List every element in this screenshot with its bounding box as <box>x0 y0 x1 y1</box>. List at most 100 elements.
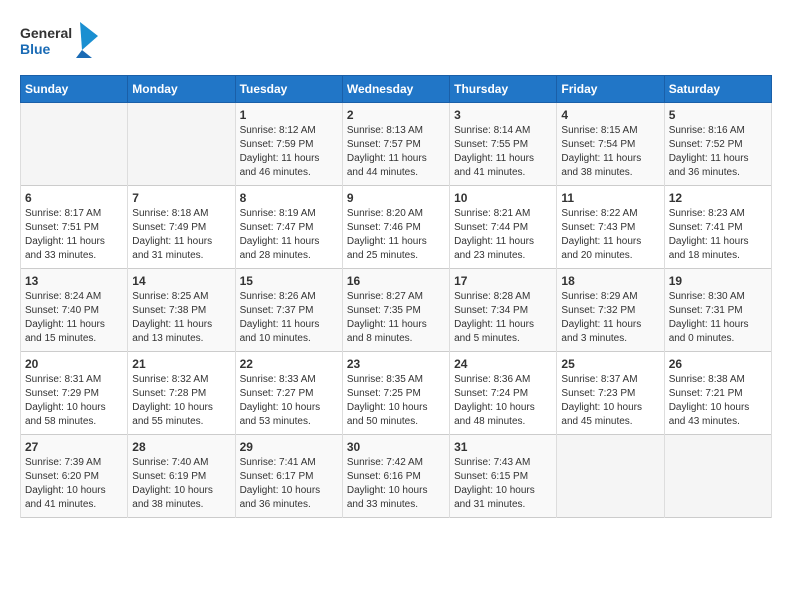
day-info-line: Daylight: 11 hours and 25 minutes. <box>347 236 427 261</box>
day-info: Sunrise: 8:38 AMSunset: 7:21 PMDaylight:… <box>669 373 767 429</box>
day-info-line: Sunset: 7:35 PM <box>347 305 421 316</box>
calendar-cell <box>21 103 128 186</box>
calendar-cell <box>664 435 771 518</box>
day-info-line: Sunrise: 8:22 AM <box>561 208 637 219</box>
day-info-line: Sunset: 7:40 PM <box>25 305 99 316</box>
day-info-line: Daylight: 11 hours and 15 minutes. <box>25 319 105 344</box>
day-info-line: Daylight: 10 hours and 36 minutes. <box>240 485 321 510</box>
day-info: Sunrise: 8:13 AMSunset: 7:57 PMDaylight:… <box>347 124 445 180</box>
day-info-line: Daylight: 11 hours and 0 minutes. <box>669 319 749 344</box>
day-number: 29 <box>240 440 338 454</box>
day-number: 22 <box>240 357 338 371</box>
day-info-line: Sunrise: 8:21 AM <box>454 208 530 219</box>
day-info: Sunrise: 7:41 AMSunset: 6:17 PMDaylight:… <box>240 456 338 512</box>
calendar-cell: 9Sunrise: 8:20 AMSunset: 7:46 PMDaylight… <box>342 186 449 269</box>
day-info: Sunrise: 8:20 AMSunset: 7:46 PMDaylight:… <box>347 207 445 263</box>
day-info: Sunrise: 8:21 AM Sunset: 7:44 PM Daylight:… <box>454 207 552 263</box>
day-number: 27 <box>25 440 123 454</box>
day-number: 24 <box>454 357 552 371</box>
calendar-cell: 19Sunrise: 8:30 AMSunset: 7:31 PMDayligh… <box>664 269 771 352</box>
day-info-line: Sunrise: 7:43 AM <box>454 457 530 468</box>
svg-text:Blue: Blue <box>20 41 51 57</box>
day-info: Sunrise: 8:30 AMSunset: 7:31 PMDaylight:… <box>669 290 767 346</box>
day-number: 6 <box>25 191 123 205</box>
day-number: 4 <box>561 108 659 122</box>
calendar-week-row: 13Sunrise: 8:24 AMSunset: 7:40 PMDayligh… <box>21 269 772 352</box>
day-info-line: Sunrise: 8:30 AM <box>669 291 745 302</box>
calendar-cell: 27Sunrise: 7:39 AMSunset: 6:20 PMDayligh… <box>21 435 128 518</box>
day-number: 1 <box>240 108 338 122</box>
day-number: 8 <box>240 191 338 205</box>
day-info-line: Sunrise: 8:35 AM <box>347 374 423 385</box>
day-info-line: Daylight: 10 hours and 38 minutes. <box>132 485 213 510</box>
day-number: 23 <box>347 357 445 371</box>
calendar-cell: 14Sunrise: 8:25 AMSunset: 7:38 PMDayligh… <box>128 269 235 352</box>
day-info: Sunrise: 8:27 AMSunset: 7:35 PMDaylight:… <box>347 290 445 346</box>
day-info-line: Sunset: 7:38 PM <box>132 305 206 316</box>
day-info-line: Daylight: 11 hours and 18 minutes. <box>669 236 749 261</box>
day-info-line: Sunset: 7:37 PM <box>240 305 314 316</box>
day-info: Sunrise: 8:25 AMSunset: 7:38 PMDaylight:… <box>132 290 230 346</box>
day-info-line: Sunset: 7:59 PM <box>240 139 314 150</box>
day-number: 20 <box>25 357 123 371</box>
day-info-line: Sunset: 7:32 PM <box>561 305 635 316</box>
calendar-cell: 18Sunrise: 8:29 AMSunset: 7:32 PMDayligh… <box>557 269 664 352</box>
calendar-cell: 24 Sunrise: 8:36 AMSunset: 7:24 PMDayligh… <box>450 352 557 435</box>
day-info-line: Sunset: 7:44 PM <box>454 222 528 233</box>
calendar-cell: 20 Sunrise: 8:31 AMSunset: 7:29 PMDayligh… <box>21 352 128 435</box>
calendar-cell: 15Sunrise: 8:26 AMSunset: 7:37 PMDayligh… <box>235 269 342 352</box>
calendar-table: SundayMondayTuesdayWednesdayThursdayFrid… <box>20 75 772 518</box>
calendar-cell: 8Sunrise: 8:19 AMSunset: 7:47 PMDaylight… <box>235 186 342 269</box>
logo: General Blue <box>20 20 100 65</box>
day-info-line: Sunset: 7:52 PM <box>669 139 743 150</box>
day-number: 30 <box>347 440 445 454</box>
calendar-cell: 17Sunrise: 8:28 AMSunset: 7:34 PMDayligh… <box>450 269 557 352</box>
day-info: Sunrise: 8:14 AMSunset: 7:55 PMDaylight:… <box>454 124 552 180</box>
day-info: Sunrise: 8:36 AMSunset: 7:24 PMDaylight:… <box>454 373 552 429</box>
calendar-week-row: 20 Sunrise: 8:31 AMSunset: 7:29 PMDayligh… <box>21 352 772 435</box>
day-info-line: Sunset: 6:16 PM <box>347 471 421 482</box>
day-number: 12 <box>669 191 767 205</box>
day-info-line: Sunset: 7:25 PM <box>347 388 421 399</box>
calendar-cell: 13Sunrise: 8:24 AMSunset: 7:40 PMDayligh… <box>21 269 128 352</box>
calendar-week-row: 1Sunrise: 8:12 AMSunset: 7:59 PMDaylight… <box>21 103 772 186</box>
day-info-line: Daylight: 11 hours and 3 minutes. <box>561 319 641 344</box>
weekday-header-cell: Sunday <box>21 76 128 103</box>
day-info-line: Daylight: 11 hours and 23 minutes. <box>454 236 534 261</box>
calendar-cell <box>128 103 235 186</box>
page-header: General Blue <box>20 20 772 65</box>
day-info: Sunrise: 8:26 AMSunset: 7:37 PMDaylight:… <box>240 290 338 346</box>
day-info-line: Sunset: 7:49 PM <box>132 222 206 233</box>
day-info: Sunrise: 8:31 AMSunset: 7:29 PMDaylight:… <box>25 373 123 429</box>
day-info-line: Sunset: 6:17 PM <box>240 471 314 482</box>
day-info-line: Sunset: 7:51 PM <box>25 222 99 233</box>
day-info-line: Daylight: 11 hours and 5 minutes. <box>454 319 534 344</box>
day-info-line: Sunrise: 8:28 AM <box>454 291 530 302</box>
day-info-line: Daylight: 10 hours and 43 minutes. <box>669 402 750 427</box>
day-number: 11 <box>561 191 659 205</box>
day-info-line: Sunrise: 8:37 AM <box>561 374 637 385</box>
day-info-line: Sunrise: 8:19 AM <box>240 208 316 219</box>
calendar-cell: 31Sunrise: 7:43 AMSunset: 6:15 PMDayligh… <box>450 435 557 518</box>
day-info-line: Daylight: 11 hours and 41 minutes. <box>454 153 534 178</box>
day-number: 25 <box>561 357 659 371</box>
calendar-cell: 12Sunrise: 8:23 AMSunset: 7:41 PMDayligh… <box>664 186 771 269</box>
calendar-cell: 22Sunrise: 8:33 AMSunset: 7:27 PMDayligh… <box>235 352 342 435</box>
day-info-line: Sunrise: 8:23 AM <box>669 208 745 219</box>
day-info-line: Sunrise: 8:16 AM <box>669 125 745 136</box>
day-info-line: Sunrise: 7:42 AM <box>347 457 423 468</box>
day-info-line: Sunrise: 7:40 AM <box>132 457 208 468</box>
day-info: Sunrise: 8:29 AMSunset: 7:32 PMDaylight:… <box>561 290 659 346</box>
day-info-line: Daylight: 11 hours and 36 minutes. <box>669 153 749 178</box>
day-info-line: Daylight: 10 hours and 53 minutes. <box>240 402 321 427</box>
day-info-line: Sunset: 6:15 PM <box>454 471 528 482</box>
day-info-line: Sunrise: 8:14 AM <box>454 125 530 136</box>
day-number: 7 <box>132 191 230 205</box>
day-info-line: Sunrise: 8:26 AM <box>240 291 316 302</box>
day-info-line: Daylight: 11 hours and 33 minutes. <box>25 236 105 261</box>
day-number: 2 <box>347 108 445 122</box>
day-number: 5 <box>669 108 767 122</box>
day-info-line: Daylight: 11 hours and 38 minutes. <box>561 153 641 178</box>
day-info: Sunrise: 8:37 AMSunset: 7:23 PMDaylight:… <box>561 373 659 429</box>
calendar-cell: 4Sunrise: 8:15 AMSunset: 7:54 PMDaylight… <box>557 103 664 186</box>
